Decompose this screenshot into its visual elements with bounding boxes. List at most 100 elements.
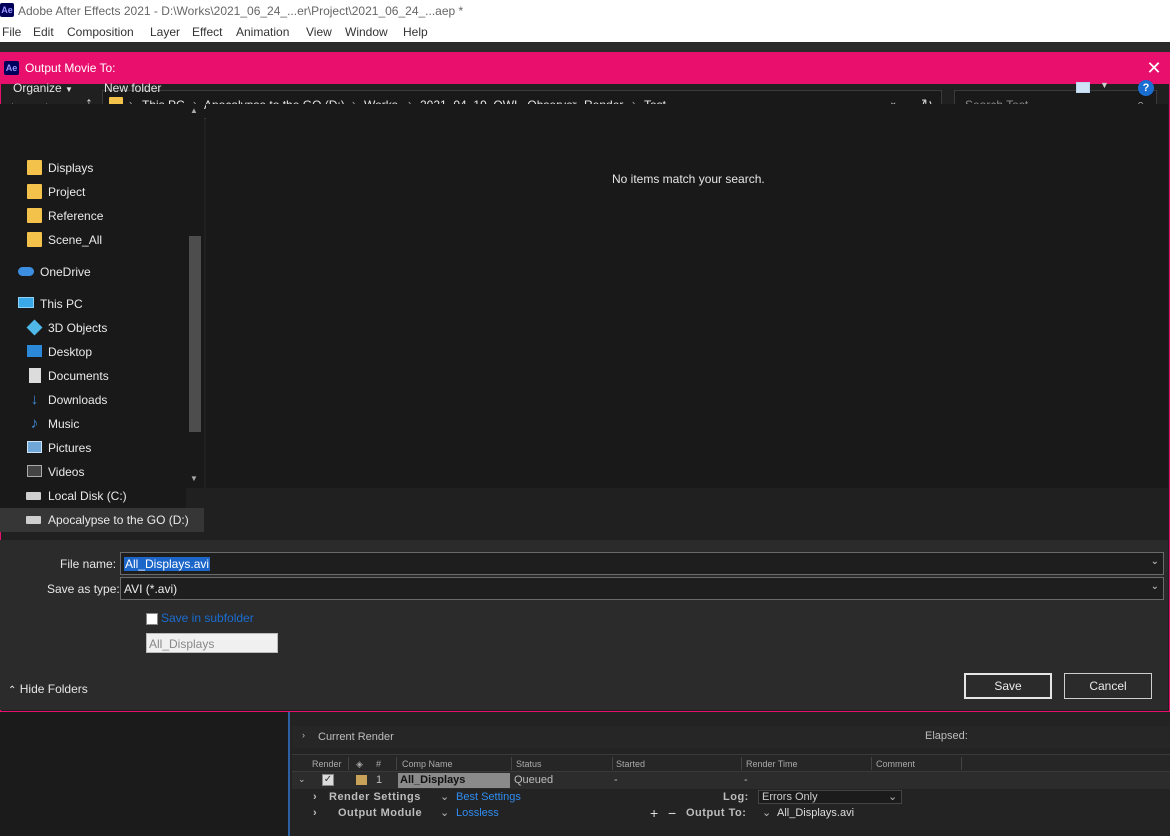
file-name-value: All_Displays.avi: [124, 557, 211, 571]
empty-message: No items match your search.: [612, 172, 765, 186]
file-list[interactable]: [206, 104, 1168, 488]
chevron-down-icon: ▼: [65, 85, 73, 94]
column-comp-name[interactable]: Comp Name: [402, 759, 453, 769]
menu-window[interactable]: Window: [345, 25, 388, 39]
nav-item-pictures[interactable]: Pictures: [0, 436, 186, 460]
menu-composition[interactable]: Composition: [67, 25, 134, 39]
music-icon: ♪: [30, 415, 39, 432]
remove-output-module-icon[interactable]: −: [668, 805, 676, 821]
nav-item-desktop[interactable]: Desktop: [0, 340, 186, 364]
nav-item-label: Documents: [48, 369, 109, 383]
nav-item-documents[interactable]: Documents: [0, 364, 186, 388]
chevron-down-icon: ⌄: [1150, 581, 1159, 592]
nav-item-label: 3D Objects: [48, 321, 108, 335]
chevron-down-icon: ⌄: [888, 791, 898, 803]
nav-item-downloads[interactable]: ↓ Downloads: [0, 388, 186, 412]
column-number[interactable]: #: [376, 759, 381, 769]
status-value: Queued: [514, 774, 554, 786]
column-status[interactable]: Status: [516, 759, 542, 769]
chevron-down-icon[interactable]: ⌄: [440, 806, 449, 819]
render-queue-header: Render ◈ # Comp Name Status Started Rend…: [292, 754, 1170, 772]
view-options-icon[interactable]: [1076, 82, 1090, 93]
column-comment[interactable]: Comment: [876, 759, 915, 769]
menu-edit[interactable]: Edit: [33, 25, 54, 39]
download-icon: ↓: [30, 391, 39, 408]
chevron-down-icon[interactable]: ⌄: [1151, 556, 1159, 567]
file-name-label: File name:: [60, 557, 117, 571]
output-to-value[interactable]: All_Displays.avi: [777, 807, 854, 819]
column-divider: [871, 757, 872, 770]
menu-animation[interactable]: Animation: [236, 25, 289, 39]
log-label: Log:: [723, 791, 749, 803]
scroll-down-icon[interactable]: ▼: [190, 474, 198, 483]
nav-item-videos[interactable]: Videos: [0, 460, 186, 484]
menu-help[interactable]: Help: [403, 25, 428, 39]
help-icon[interactable]: ?: [1138, 80, 1154, 96]
chevron-up-icon: ⌃: [8, 685, 17, 696]
document-icon: [29, 368, 41, 383]
nav-item-label: Apocalypse to the GO (D:): [48, 513, 189, 527]
after-effects-icon: Ae: [4, 61, 19, 75]
render-settings-value[interactable]: Best Settings: [456, 791, 521, 803]
nav-item-label: Displays: [48, 161, 94, 175]
nav-scrollbar-thumb[interactable]: [189, 236, 201, 432]
chevron-right-icon[interactable]: ›: [313, 791, 317, 803]
nav-item-onedrive[interactable]: OneDrive: [0, 260, 186, 284]
save-button[interactable]: Save: [964, 673, 1052, 699]
save-in-subfolder-label[interactable]: Save in subfolder: [161, 611, 254, 625]
column-render[interactable]: Render: [312, 759, 342, 769]
cube-icon: [26, 319, 43, 336]
chevron-down-icon[interactable]: ▼: [1100, 80, 1109, 90]
computer-icon: [18, 297, 34, 308]
nav-item-this-pc[interactable]: This PC: [0, 292, 186, 316]
chevron-down-icon[interactable]: ⌄: [440, 790, 449, 803]
nav-item-displays[interactable]: Displays: [0, 156, 186, 180]
menu-effect[interactable]: Effect: [192, 25, 222, 39]
chevron-right-icon[interactable]: ›: [302, 730, 305, 740]
nav-item-label: Pictures: [48, 441, 92, 455]
menu-bar: File Edit Composition Layer Effect Anima…: [0, 23, 1170, 42]
column-started[interactable]: Started: [616, 759, 645, 769]
menu-file[interactable]: File: [2, 25, 21, 39]
label-color-swatch[interactable]: [356, 775, 367, 785]
nav-item-label: Downloads: [48, 393, 108, 407]
picture-icon: [27, 441, 42, 453]
item-number: 1: [376, 774, 383, 786]
organize-menu[interactable]: Organize ▼: [13, 81, 73, 95]
save-type-select[interactable]: AVI (*.avi) ⌄: [120, 577, 1164, 600]
nav-item-drive-d[interactable]: Apocalypse to the GO (D:): [0, 508, 204, 532]
chevron-right-icon[interactable]: ›: [313, 807, 317, 819]
elapsed-label: Elapsed:: [925, 730, 968, 742]
add-output-module-icon[interactable]: +: [650, 805, 658, 821]
nav-item-music[interactable]: ♪ Music: [0, 412, 186, 436]
output-module-value[interactable]: Lossless: [456, 807, 499, 819]
label-tag-icon[interactable]: ◈: [356, 759, 363, 770]
menu-layer[interactable]: Layer: [150, 25, 180, 39]
subfolder-name-input[interactable]: All_Displays: [146, 633, 278, 653]
cancel-button[interactable]: Cancel: [1064, 673, 1152, 699]
file-name-input[interactable]: All_Displays.avi ⌄: [120, 552, 1164, 575]
cloud-icon: [18, 267, 34, 276]
log-select[interactable]: Errors Only: [758, 790, 902, 804]
chevron-down-icon[interactable]: ⌄: [762, 806, 771, 819]
nav-item-label: Project: [48, 185, 86, 199]
nav-item-scene-all[interactable]: Scene_All: [0, 228, 186, 252]
render-checkbox[interactable]: ✓: [322, 774, 334, 786]
nav-item-local-disk-c[interactable]: Local Disk (C:): [0, 484, 186, 508]
render-queue-item[interactable]: ⌄ ✓ 1 All_Displays Queued - -: [292, 772, 1170, 789]
chevron-down-icon[interactable]: ⌄: [298, 774, 306, 785]
column-render-time[interactable]: Render Time: [746, 759, 798, 769]
folder-icon: [27, 208, 42, 223]
hide-folders-button[interactable]: ⌃ Hide Folders: [8, 682, 88, 696]
navigation-pane[interactable]: Displays Project Reference Scene_All One…: [0, 104, 204, 488]
column-divider: [348, 757, 349, 770]
nav-item-project[interactable]: Project: [0, 180, 186, 204]
scroll-up-icon[interactable]: ▲: [190, 106, 198, 115]
menu-view[interactable]: View: [306, 25, 332, 39]
comp-name[interactable]: All_Displays: [398, 773, 510, 788]
nav-item-3d-objects[interactable]: 3D Objects: [0, 316, 186, 340]
new-folder-button[interactable]: New folder: [104, 81, 161, 95]
save-in-subfolder-checkbox[interactable]: [146, 613, 158, 625]
nav-item-reference[interactable]: Reference: [0, 204, 186, 228]
close-icon[interactable]: ✕: [1143, 57, 1165, 79]
